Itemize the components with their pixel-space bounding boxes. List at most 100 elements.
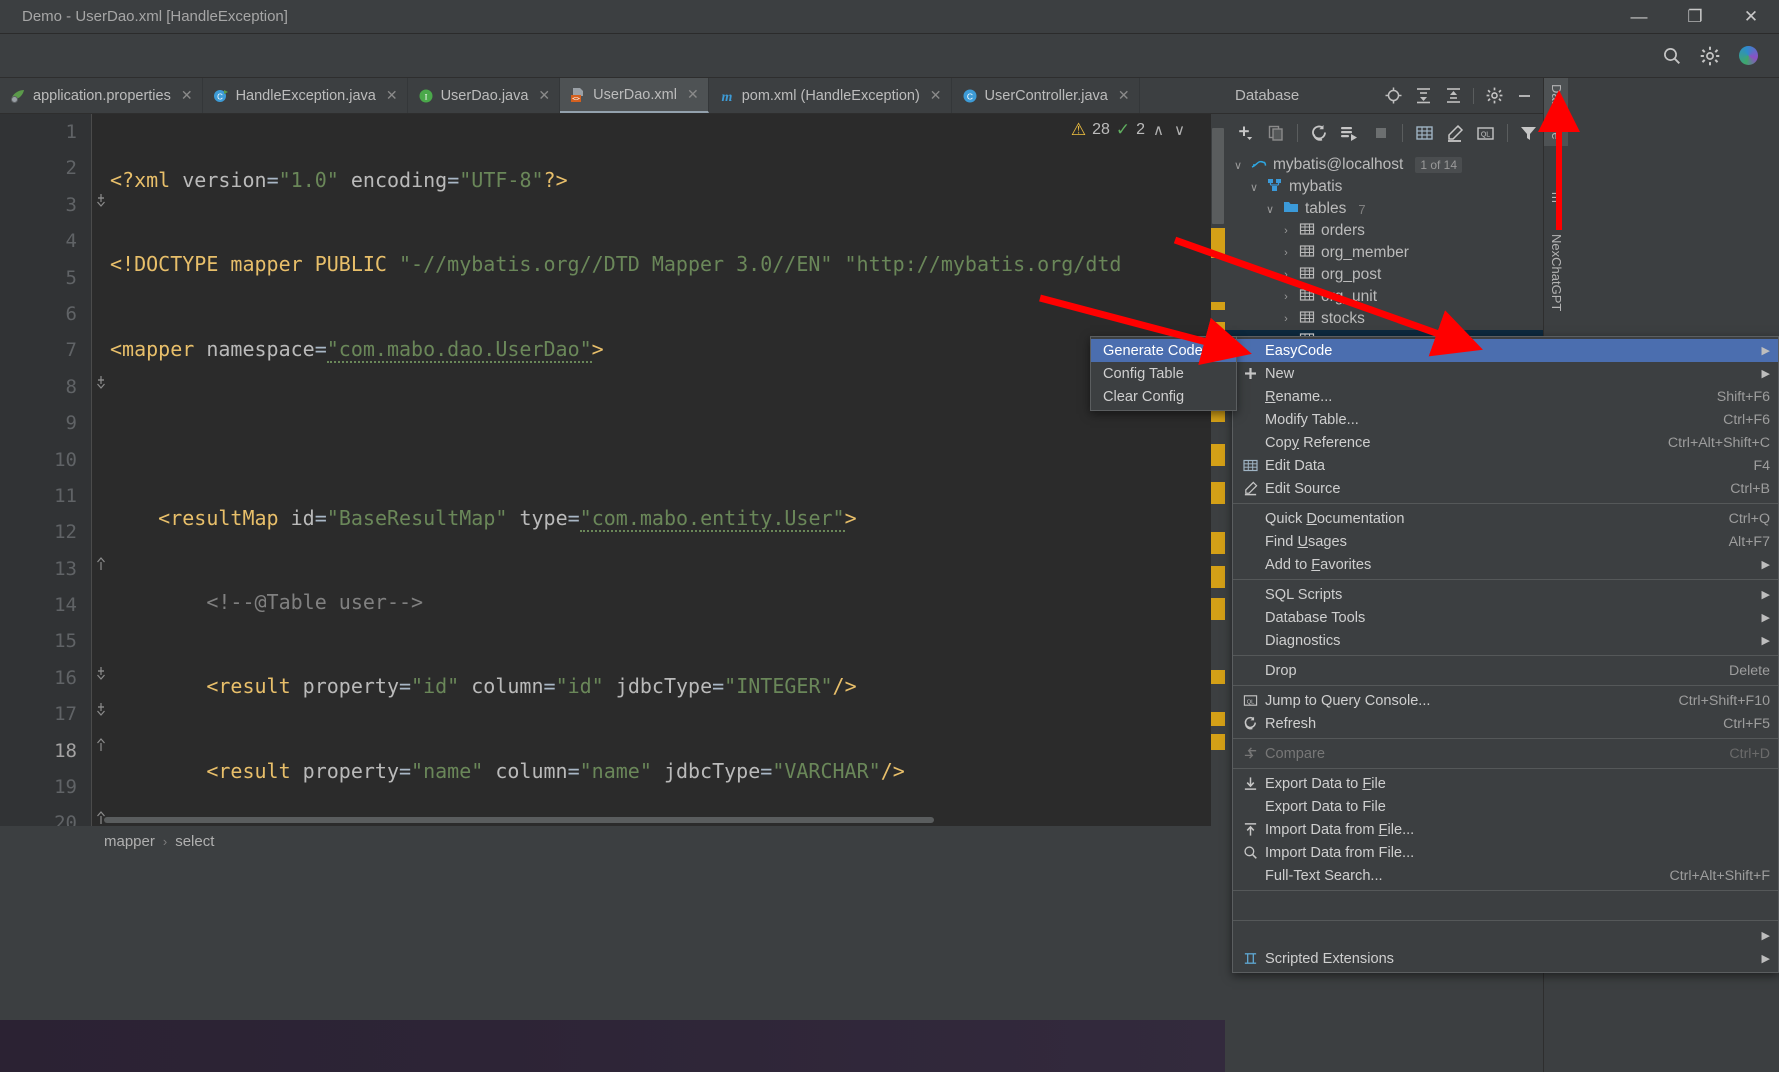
tool-tab-database[interactable]: Database	[1544, 78, 1568, 146]
editor-horizontal-scrollbar[interactable]	[104, 816, 1214, 824]
query-console-icon[interactable]: QL	[1471, 118, 1500, 148]
menu-item-find-usages[interactable]: Find Usages Alt+F7	[1233, 530, 1778, 553]
menu-item-diagrams[interactable]: Scripted Extensions ▶	[1233, 947, 1778, 970]
tool-tab-nexchatgpt[interactable]: NexChatGPT	[1544, 228, 1568, 317]
menu-item-rename[interactable]: Rename... Shift+F6	[1233, 385, 1778, 408]
chevron-right-icon[interactable]: ›	[1279, 247, 1293, 259]
stripe-mark[interactable]	[1211, 598, 1225, 620]
chevron-down-icon[interactable]: ∨	[1263, 203, 1277, 216]
menu-item-quick-documentation[interactable]: Quick Documentation Ctrl+Q	[1233, 507, 1778, 530]
tool-tab-maven[interactable]: m	[1544, 186, 1568, 209]
account-avatar-icon[interactable]	[1729, 41, 1767, 71]
close-icon[interactable]: ✕	[930, 87, 942, 104]
locate-icon[interactable]	[1378, 81, 1408, 111]
close-icon[interactable]: ✕	[538, 87, 550, 104]
easycode-submenu[interactable]: Generate Code Config Table Clear Config	[1090, 336, 1237, 411]
editor-tab-userdao-xml[interactable]: <> UserDao.xml ✕	[560, 78, 709, 113]
stripe-mark[interactable]	[1211, 302, 1225, 310]
menu-item-export-data-to-file[interactable]: Export Data to File	[1233, 772, 1778, 795]
refresh-icon[interactable]	[1305, 118, 1334, 148]
chevron-down-icon[interactable]: ∨	[1247, 181, 1261, 194]
editor-tab-userdao-java[interactable]: I UserDao.java ✕	[408, 78, 561, 113]
stop-icon[interactable]	[1366, 118, 1395, 148]
menu-item-easycode[interactable]: EasyCode ▶	[1233, 339, 1778, 362]
menu-item-edit-data[interactable]: Edit Data F4	[1233, 454, 1778, 477]
editor-code[interactable]: <?xml version="1.0" encoding="UTF-8"?> <…	[110, 114, 1225, 826]
close-icon[interactable]: ✕	[687, 86, 699, 103]
editor-tab-handleexception-java[interactable]: C HandleException.java ✕	[203, 78, 408, 113]
menu-item-scripted-extensions[interactable]: ▶	[1233, 924, 1778, 947]
menu-item-new[interactable]: New ▶	[1233, 362, 1778, 385]
collapse-all-icon[interactable]	[1438, 81, 1468, 111]
edit-source-icon[interactable]	[1440, 118, 1469, 148]
stripe-mark[interactable]	[1211, 712, 1225, 726]
close-icon[interactable]: ✕	[1118, 87, 1130, 104]
menu-item-copy-table-to[interactable]: Full-Text Search... Ctrl+Alt+Shift+F	[1233, 864, 1778, 887]
db-tree-item-stocks[interactable]: › stocks	[1225, 308, 1543, 330]
menu-item-import-data-from-file[interactable]: Import Data from File...	[1233, 818, 1778, 841]
filter-icon[interactable]	[1514, 118, 1543, 148]
chevron-right-icon[interactable]: ›	[1279, 291, 1293, 303]
fold-marker-sql-inner[interactable]	[94, 738, 108, 752]
menu-item-full-text-search[interactable]: Import Data from File...	[1233, 841, 1778, 864]
minimize-icon[interactable]	[1509, 81, 1539, 111]
fold-marker-resultmap-end[interactable]	[94, 557, 108, 571]
submenu-item-clear-config[interactable]: Clear Config	[1091, 385, 1236, 408]
fold-marker-select[interactable]	[94, 666, 108, 680]
menu-item-jump-to-query-console[interactable]: QL Jump to Query Console... Ctrl+Shift+F…	[1233, 689, 1778, 712]
breadcrumb-item-mapper[interactable]: mapper	[104, 833, 155, 850]
stripe-mark[interactable]	[1211, 444, 1225, 466]
code-editor[interactable]: 1 2 3 4 5 6 7 8 9 10 11 12 13 14 15 16 1…	[0, 114, 1225, 826]
add-icon[interactable]	[1231, 118, 1260, 148]
db-tree-item-org-unit[interactable]: › org_unit	[1225, 286, 1543, 308]
close-icon[interactable]: ✕	[386, 87, 398, 104]
menu-item-drop[interactable]: Drop Delete	[1233, 659, 1778, 682]
inspection-widget[interactable]: ⚠ 28 ✓ 2 ∧ ∨	[1071, 120, 1187, 140]
menu-item-sql-scripts[interactable]: SQL Scripts ▶	[1233, 583, 1778, 606]
menu-item-color-settings[interactable]	[1233, 894, 1778, 917]
chevron-down-icon[interactable]: ∨	[1231, 159, 1245, 172]
db-tree-item-schema[interactable]: ∨ mybatis	[1225, 176, 1543, 198]
db-tree-item-org-post[interactable]: › org_post	[1225, 264, 1543, 286]
stripe-mark[interactable]	[1211, 566, 1225, 588]
editor-error-stripe[interactable]	[1211, 114, 1225, 826]
maximize-button[interactable]: ❐	[1667, 0, 1723, 34]
fold-marker-mapper[interactable]	[94, 193, 108, 207]
editor-tab-application-properties[interactable]: application.properties ✕	[0, 78, 203, 113]
editor-hscrollbar-thumb[interactable]	[104, 817, 934, 823]
close-button[interactable]: ✕	[1723, 0, 1779, 34]
close-icon[interactable]: ✕	[181, 87, 193, 104]
table-context-menu[interactable]: EasyCode ▶ New ▶ Rename... Shift+F6 Modi…	[1232, 336, 1779, 973]
chevron-right-icon[interactable]: ›	[1279, 269, 1293, 281]
fold-marker-resultmap[interactable]	[94, 375, 108, 389]
stripe-mark[interactable]	[1211, 482, 1225, 504]
menu-item-modify-table[interactable]: Modify Table... Ctrl+F6	[1233, 408, 1778, 431]
db-tree-item-org-member[interactable]: › org_member	[1225, 242, 1543, 264]
db-tree-item-connection[interactable]: ∨ mybatis@localhost 1 of 14	[1225, 154, 1543, 176]
search-icon[interactable]	[1653, 41, 1691, 71]
submenu-item-config-table[interactable]: Config Table	[1091, 362, 1236, 385]
fold-marker-sql[interactable]	[94, 702, 108, 716]
previous-problem-icon[interactable]: ∧	[1151, 121, 1166, 139]
database-tree[interactable]: ∨ mybatis@localhost 1 of 14 ∨ mybatis ∨	[1225, 152, 1543, 352]
submenu-item-generate-code[interactable]: Generate Code	[1091, 339, 1236, 362]
editor-scrollbar-thumb[interactable]	[1212, 128, 1224, 224]
stripe-mark[interactable]	[1211, 670, 1225, 684]
db-tree-item-orders[interactable]: › orders	[1225, 220, 1543, 242]
duplicate-icon[interactable]	[1262, 118, 1291, 148]
menu-item-refresh[interactable]: Refresh Ctrl+F5	[1233, 712, 1778, 735]
next-problem-icon[interactable]: ∨	[1172, 121, 1187, 139]
expand-all-icon[interactable]	[1408, 81, 1438, 111]
menu-item-database-tools[interactable]: Database Tools ▶	[1233, 606, 1778, 629]
stripe-mark[interactable]	[1211, 532, 1225, 554]
menu-item-edit-source[interactable]: Edit Source Ctrl+B	[1233, 477, 1778, 500]
run-sql-icon[interactable]	[1336, 118, 1365, 148]
menu-item-diagnostics[interactable]: Diagnostics ▶	[1233, 629, 1778, 652]
editor-tab-pom-xml[interactable]: m pom.xml (HandleException) ✕	[709, 78, 952, 113]
menu-item-add-to-favorites[interactable]: Add to Favorites ▶	[1233, 553, 1778, 576]
menu-item-export-with-mysqldump[interactable]: Export Data to File	[1233, 795, 1778, 818]
editor-tab-usercontroller-java[interactable]: C UserController.java ✕	[952, 78, 1140, 113]
chevron-right-icon[interactable]: ›	[1279, 313, 1293, 325]
chevron-right-icon[interactable]: ›	[1279, 225, 1293, 237]
gear-icon[interactable]	[1479, 81, 1509, 111]
